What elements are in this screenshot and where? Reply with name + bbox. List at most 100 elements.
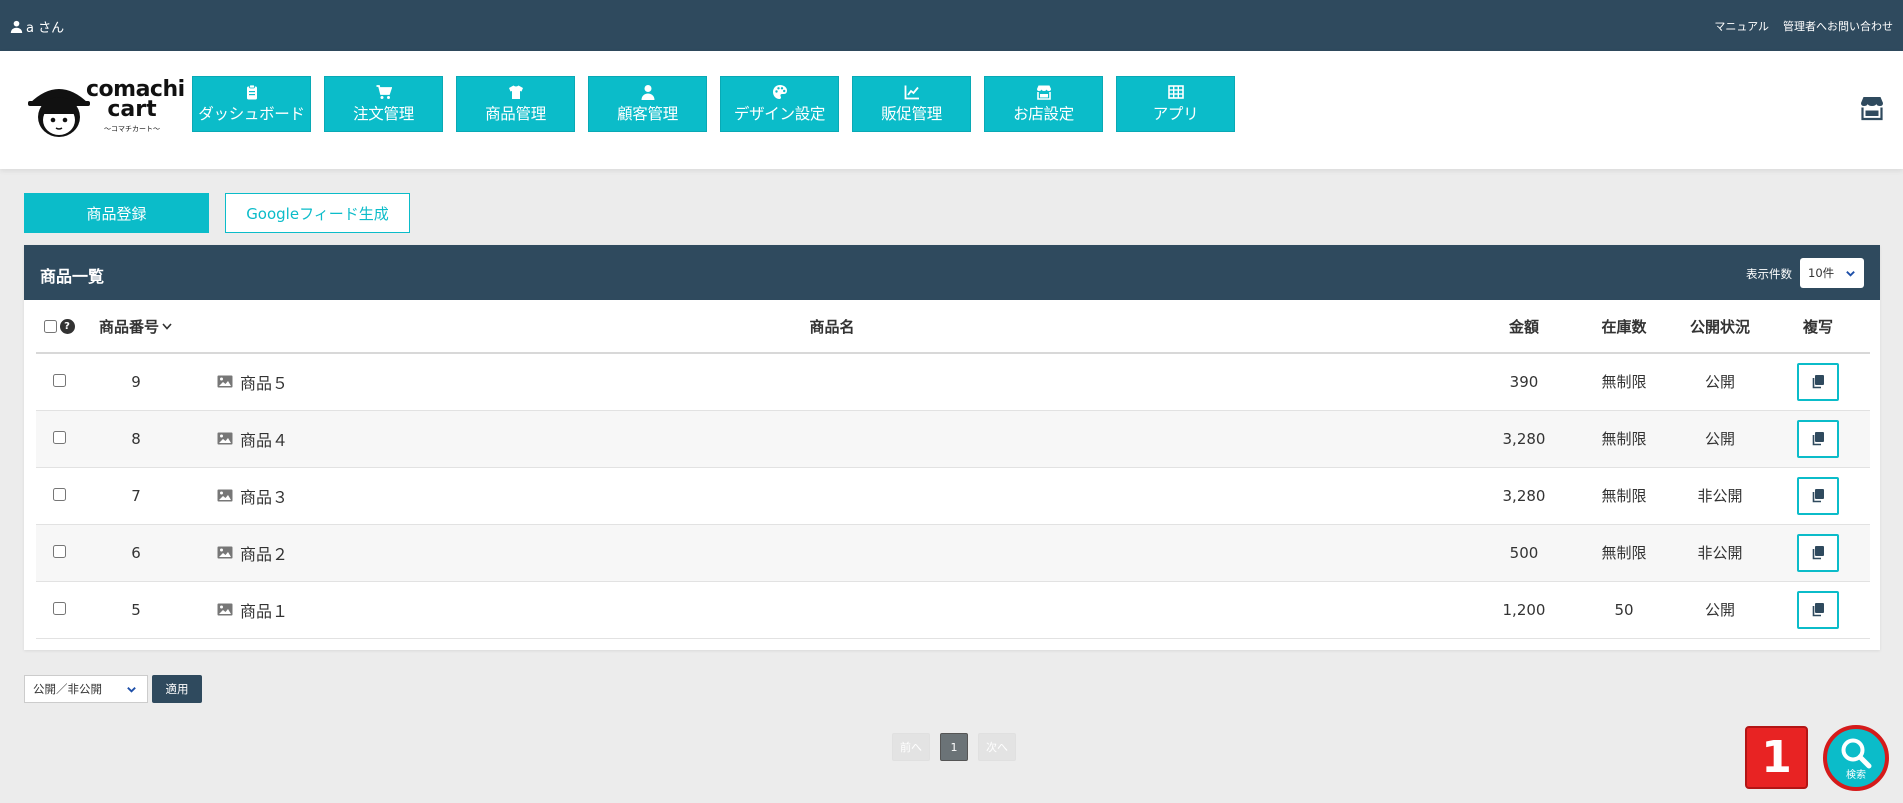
product-price: 500 <box>1474 524 1574 582</box>
row-checkbox[interactable] <box>52 544 66 558</box>
copy-icon <box>1812 603 1824 617</box>
manual-link[interactable]: マニュアル <box>1714 18 1769 34</box>
image-icon <box>217 603 233 616</box>
product-number: 6 <box>82 524 190 582</box>
header-number[interactable]: 商品番号 <box>82 300 190 354</box>
product-name: 商品５ <box>240 373 289 393</box>
nav-apps[interactable]: アプリ <box>1116 76 1235 132</box>
row-checkbox[interactable] <box>52 430 66 444</box>
product-stock: 無制限 <box>1574 353 1674 411</box>
logo-line2: cart <box>107 97 157 122</box>
palette-icon <box>772 85 787 99</box>
product-number: 8 <box>82 410 190 468</box>
main-nav: ダッシュボード 注文管理 商品管理 顧客管理 デザイン設定 販促管理 お店設定 <box>192 76 1235 132</box>
table-row: 6 商品２ 500 無制限 非公開 <box>36 524 1870 582</box>
table-header-row: ? 商品番号 商品名 金額 在庫数 公開状況 複写 <box>36 300 1870 354</box>
table-row: 9 商品５ 390 無制限 公開 <box>36 353 1870 411</box>
select-all-header: ? <box>36 300 82 354</box>
product-status: 非公開 <box>1674 524 1766 582</box>
header-stock: 在庫数 <box>1574 300 1674 354</box>
per-page-select[interactable]: 10件 <box>1800 258 1864 288</box>
chevron-down-icon <box>162 323 172 330</box>
prev-page-button[interactable]: 前へ <box>892 733 930 761</box>
nav-label: アプリ <box>1152 105 1199 123</box>
product-number: 7 <box>82 467 190 525</box>
product-stock: 無制限 <box>1574 524 1674 582</box>
product-name-link[interactable]: 商品３ <box>190 484 1474 508</box>
number-badge: 1 <box>1745 726 1808 789</box>
product-name-link[interactable]: 商品５ <box>190 370 1474 394</box>
product-table: ? 商品番号 商品名 金額 在庫数 公開状況 複写 9 商品５ 390 無制限 … <box>36 300 1870 639</box>
image-icon <box>217 375 233 388</box>
nav-label: ダッシュボード <box>198 105 305 123</box>
nav-label: お店設定 <box>1013 105 1074 123</box>
contact-admin-link[interactable]: 管理者へお問い合わせ <box>1783 18 1893 34</box>
row-checkbox[interactable] <box>52 601 66 615</box>
product-list-card: 商品一覧 表示件数 10件 ? 商品番号 商品名 金額 在庫数 公開状況 複写 … <box>24 245 1880 650</box>
card-header: 商品一覧 表示件数 10件 <box>24 245 1880 300</box>
current-page[interactable]: 1 <box>940 733 968 761</box>
main-header: comachi cart 〜コマチカート〜 ダッシュボード 注文管理 商品管理 … <box>0 51 1903 169</box>
nav-dashboard[interactable]: ダッシュボード <box>192 76 311 132</box>
product-status: 公開 <box>1674 410 1766 468</box>
header-copy: 複写 <box>1766 300 1870 354</box>
copy-button[interactable] <box>1797 419 1839 458</box>
search-fab-button[interactable]: 検索 <box>1823 725 1889 791</box>
nav-design[interactable]: デザイン設定 <box>720 76 839 132</box>
user-menu[interactable]: a さん <box>10 17 64 36</box>
product-name: 商品４ <box>240 430 289 450</box>
product-name-link[interactable]: 商品２ <box>190 541 1474 565</box>
search-fab-label: 検索 <box>1846 770 1866 781</box>
help-icon[interactable]: ? <box>59 318 75 334</box>
nav-orders[interactable]: 注文管理 <box>324 76 443 132</box>
bulk-status-select[interactable]: 公開／非公開 <box>24 675 148 703</box>
table-row: 8 商品４ 3,280 無制限 公開 <box>36 410 1870 468</box>
nav-label: 商品管理 <box>485 105 546 123</box>
product-stock: 50 <box>1574 581 1674 639</box>
chevron-down-icon <box>127 687 136 693</box>
register-product-button[interactable]: 商品登録 <box>24 193 209 233</box>
copy-button[interactable] <box>1797 590 1839 629</box>
nav-label: 販促管理 <box>881 105 942 123</box>
store-icon <box>1036 85 1051 100</box>
header-status: 公開状況 <box>1674 300 1766 354</box>
image-icon <box>217 546 233 559</box>
product-status: 公開 <box>1674 581 1766 639</box>
row-checkbox[interactable] <box>52 487 66 501</box>
copy-icon <box>1812 489 1824 503</box>
product-name: 商品１ <box>240 601 289 621</box>
product-name-link[interactable]: 商品１ <box>190 598 1474 622</box>
row-checkbox[interactable] <box>52 373 66 387</box>
product-stock: 無制限 <box>1574 410 1674 468</box>
nav-customers[interactable]: 顧客管理 <box>588 76 707 132</box>
select-all-checkbox[interactable] <box>43 319 57 333</box>
table-row: 5 商品１ 1,200 50 公開 <box>36 581 1870 639</box>
product-stock: 無制限 <box>1574 467 1674 525</box>
next-page-button[interactable]: 次へ <box>978 733 1016 761</box>
user-icon <box>641 85 654 100</box>
apply-button[interactable]: 適用 <box>152 675 202 703</box>
header-price: 金額 <box>1474 300 1574 354</box>
storefront-icon[interactable] <box>1859 95 1885 121</box>
search-icon <box>1841 738 1872 769</box>
product-price: 3,280 <box>1474 467 1574 525</box>
product-name: 商品３ <box>240 487 289 507</box>
product-name-link[interactable]: 商品４ <box>190 427 1474 451</box>
copy-icon <box>1812 432 1824 446</box>
table-row: 7 商品３ 3,280 無制限 非公開 <box>36 467 1870 525</box>
google-feed-button[interactable]: Googleフィード生成 <box>225 193 410 233</box>
nav-promotion[interactable]: 販促管理 <box>852 76 971 132</box>
header-name: 商品名 <box>190 300 1474 354</box>
header-number-label: 商品番号 <box>98 317 159 336</box>
shirt-icon <box>508 85 523 99</box>
product-price: 390 <box>1474 353 1574 411</box>
nav-store-settings[interactable]: お店設定 <box>984 76 1103 132</box>
pagination: 前へ 1 次へ <box>892 733 1016 761</box>
image-icon <box>217 489 233 502</box>
copy-button[interactable] <box>1797 533 1839 572</box>
copy-button[interactable] <box>1797 362 1839 401</box>
comachi-cart-logo[interactable]: comachi cart 〜コマチカート〜 <box>26 79 185 141</box>
copy-button[interactable] <box>1797 476 1839 515</box>
product-price: 3,280 <box>1474 410 1574 468</box>
nav-products[interactable]: 商品管理 <box>456 76 575 132</box>
